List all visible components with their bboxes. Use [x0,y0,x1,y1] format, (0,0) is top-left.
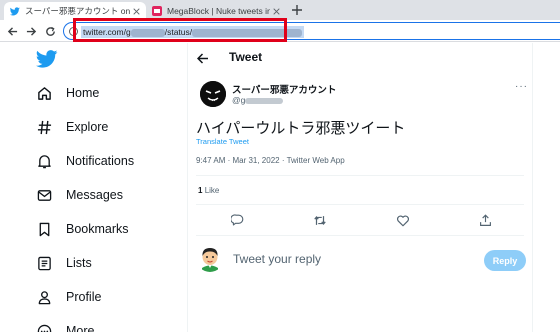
arrow-left-icon [197,52,208,64]
sidebar-item-label: Explore [66,120,109,134]
tab-title: スーパー邪悪アカウント on Twitter: "ハ [25,6,130,16]
like-action-button[interactable] [396,213,410,227]
sidebar-item-home[interactable]: Home [36,82,99,104]
redacted-handle [245,97,284,104]
tweet-text: ハイパーウルトラ邪悪ツイート [196,120,406,137]
sidebar-item-bookmarks[interactable]: Bookmarks [36,218,129,240]
sidebar-item-explore[interactable]: Explore [36,116,108,138]
twitter-logo-icon[interactable] [35,50,58,68]
close-icon[interactable] [270,5,282,17]
tab-title: MegaBlock | Nuke tweets in one [167,6,270,16]
url-highlight-box [73,18,287,42]
forward-button[interactable] [24,24,38,38]
reload-icon [45,26,55,36]
person-icon [36,289,52,305]
sidebar-item-label: Bookmarks [66,222,129,236]
reply-input[interactable]: Tweet your reply [233,252,321,266]
reload-button[interactable] [43,24,57,38]
column-divider [532,43,533,332]
more-options-button[interactable]: ··· [515,81,528,92]
retweet-icon [314,215,326,225]
avatar[interactable] [196,244,224,272]
bell-icon [36,153,52,169]
translate-tweet-link[interactable]: Translate Tweet [196,137,249,146]
sidebar-item-profile[interactable]: Profile [36,286,101,308]
browser-tab-bar: スーパー邪悪アカウント on Twitter: "ハ MegaBlock | N… [0,0,560,20]
user-handle[interactable]: @g [232,95,284,105]
sidebar-item-label: More [66,324,95,332]
sidebar-item-lists[interactable]: Lists [36,252,92,274]
home-icon [36,85,52,101]
display-name[interactable]: スーパー邪悪アカウント [232,82,336,96]
avatar[interactable] [200,81,226,107]
share-action-button[interactable] [478,213,492,227]
sidebar-item-more[interactable]: More [36,320,94,332]
likes-count[interactable]: 1 Like [198,186,219,195]
more-circle-icon [36,323,52,332]
back-arrow-button[interactable] [196,51,210,65]
sidebar-item-notifications[interactable]: Notifications [36,150,134,172]
sidebar-item-label: Home [66,86,100,100]
sidebar-item-messages[interactable]: Messages [36,184,123,206]
envelope-icon [36,187,52,203]
reply-action-button[interactable] [230,213,244,227]
retweet-action-button[interactable] [313,213,327,227]
close-icon[interactable] [130,5,142,17]
plus-icon [292,5,302,15]
share-icon [479,213,491,226]
heart-icon [397,214,409,226]
new-tab-button[interactable] [290,3,304,17]
twitter-sidebar: Home Explore Notifications Messages Book… [0,43,187,332]
list-icon [36,255,52,271]
divider [196,175,524,176]
page-title: Tweet [229,50,263,64]
reply-button[interactable]: Reply [484,250,526,271]
hashtag-icon [36,119,52,135]
sidebar-item-label: Lists [66,256,92,270]
sidebar-item-label: Profile [66,290,102,304]
tweet-timestamp[interactable]: 9:47 AM · Mar 31, 2022 · Twitter Web App [196,156,345,165]
sidebar-item-label: Messages [66,188,123,202]
divider [196,204,524,205]
arrow-right-icon [26,26,36,36]
comment-icon [230,213,243,226]
tweet-detail-column: Tweet スーパー邪悪アカウント @g ··· ハイパーウルトラ邪悪ツイート … [188,43,532,332]
sidebar-item-label: Notifications [66,154,135,168]
divider [196,235,524,236]
bookmark-icon [36,221,52,237]
back-button[interactable] [5,24,19,38]
twitter-bird-icon [10,6,20,16]
megablock-icon [152,6,162,16]
arrow-left-icon [7,26,17,36]
